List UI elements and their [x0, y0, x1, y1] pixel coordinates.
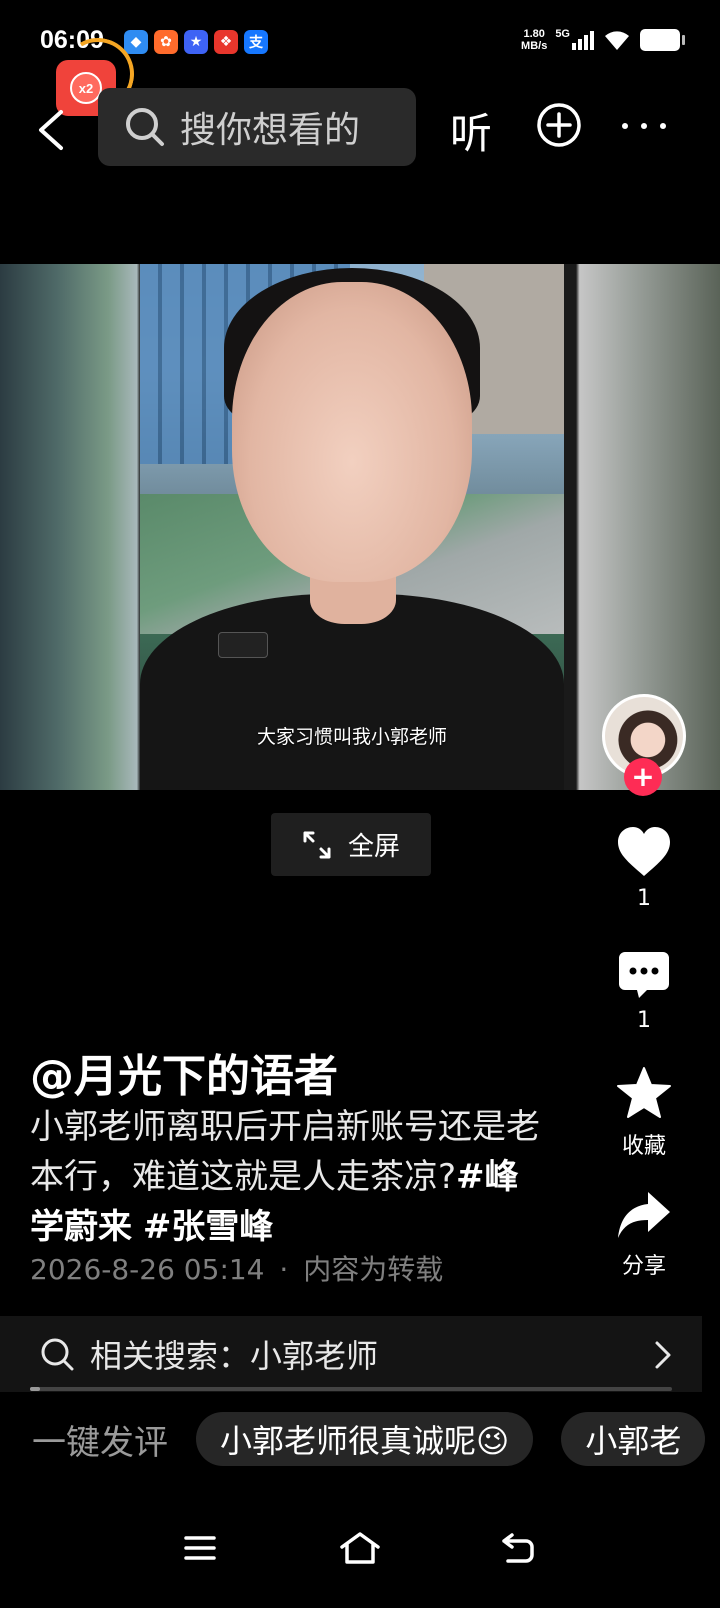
video-progress-bar[interactable] [30, 1387, 672, 1391]
like-count: 1 [637, 886, 651, 911]
red-gift-app-icon: ❖ [214, 30, 238, 54]
more-dot-icon [622, 123, 628, 129]
video-frame: 大家习惯叫我小郭老师 [140, 264, 564, 790]
home-button[interactable] [332, 1520, 388, 1576]
related-search-bar[interactable]: 相关搜索：小郭老师 [0, 1316, 702, 1392]
signal-indicator: 5G [555, 28, 594, 50]
quick-comment-chip[interactable]: 小郭老师很真诚呢😉 [196, 1412, 534, 1466]
system-navigation-bar [0, 1490, 720, 1608]
post-description: 小郭老师离职后开启新账号还是老本行，难道这就是人走茶凉?#峰学蔚来 #张雪峰 [30, 1102, 550, 1252]
plus-circle-icon [537, 103, 581, 147]
comment-count: 1 [637, 1008, 651, 1033]
status-indicators: 1.80 MB/s 5G [521, 28, 685, 52]
more-dot-icon [660, 123, 666, 129]
share-arrow-icon [618, 1192, 670, 1238]
notification-app-icons: ◆ ✿ ★ ❖ 支 [124, 30, 268, 54]
wifi-icon [605, 31, 629, 50]
author-name[interactable]: @月光下的语者 [30, 1040, 338, 1104]
return-icon [502, 1533, 534, 1563]
battery-icon [640, 29, 685, 51]
like-button[interactable]: 1 [600, 826, 688, 911]
back-arrow-icon [39, 110, 63, 150]
network-speed: 1.80 MB/s [521, 28, 548, 52]
quick-comment-row: 一键发评 小郭老师很真诚呢😉 小郭老 [0, 1404, 720, 1474]
post-date: 2026-8-26 05:14 [30, 1253, 265, 1286]
video-subtitle: 大家习惯叫我小郭老师 [256, 726, 447, 748]
favorite-button[interactable]: 收藏 [600, 1066, 688, 1160]
fullscreen-label: 全屏 [347, 832, 400, 862]
video-progress-fill [30, 1387, 40, 1391]
related-search-label: 相关搜索：小郭老师 [90, 1337, 379, 1375]
blue-app-icon: ◆ [124, 30, 148, 54]
listen-button[interactable]: 听 [450, 100, 492, 161]
search-placeholder: 搜你想看的 [180, 110, 361, 151]
create-button[interactable] [536, 102, 582, 148]
recent-apps-button[interactable] [172, 1520, 228, 1576]
post-meta: 2026-8-26 05:14 · 内容为转载 [30, 1248, 443, 1288]
back-button[interactable] [32, 106, 68, 154]
more-dot-icon [641, 123, 647, 129]
presenter-face [232, 282, 472, 582]
source-note: 内容为转载 [303, 1253, 444, 1286]
favorite-label: 收藏 [621, 1134, 666, 1159]
star-icon [617, 1067, 671, 1118]
orange-app-icon: ✿ [154, 30, 178, 54]
lapel-mic [218, 632, 268, 658]
meta-separator: · [279, 1253, 289, 1286]
quick-comment-chip[interactable]: 小郭老 [561, 1412, 706, 1466]
search-icon [41, 1338, 74, 1371]
follow-button[interactable]: + [624, 758, 662, 796]
quick-comment-label: 一键发评 [32, 1422, 168, 1463]
search-icon [126, 108, 164, 146]
signal-bars-icon [572, 31, 594, 50]
back-nav-button[interactable] [490, 1520, 546, 1576]
menu-icon [184, 1536, 216, 1560]
home-icon [340, 1532, 380, 1564]
share-button[interactable]: 分享 [600, 1190, 688, 1280]
hashtag[interactable]: #张雪峰 [143, 1207, 274, 1247]
chevron-right-icon [655, 1341, 671, 1369]
alipay-icon: 支 [244, 30, 268, 54]
comment-button[interactable]: 1 [600, 950, 688, 1033]
comment-bubble-icon [619, 952, 669, 998]
more-options-button[interactable] [622, 112, 666, 140]
fullscreen-button[interactable]: 全屏 [271, 813, 431, 876]
heart-icon [618, 827, 670, 876]
blue-star-app-icon: ★ [184, 30, 208, 54]
search-input[interactable]: 搜你想看的 [98, 88, 416, 166]
share-label: 分享 [621, 1254, 666, 1279]
expand-icon [303, 831, 331, 858]
